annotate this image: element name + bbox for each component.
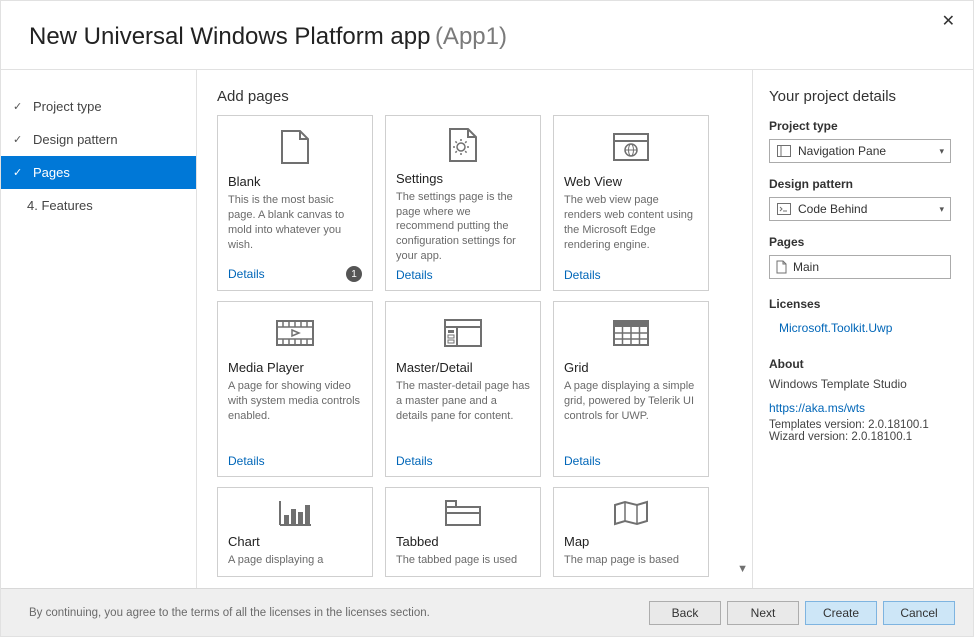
license-link[interactable]: Microsoft.Toolkit.Uwp bbox=[779, 321, 892, 335]
details-link[interactable]: Details bbox=[564, 454, 601, 468]
cancel-button[interactable]: Cancel bbox=[883, 601, 955, 625]
count-badge: 1 bbox=[346, 266, 362, 282]
browser-globe-icon bbox=[564, 126, 698, 168]
card-title: Master/Detail bbox=[396, 360, 530, 375]
main-title: Add pages bbox=[217, 88, 740, 105]
step-label: Pages bbox=[33, 165, 70, 180]
design-pattern-select[interactable]: Code Behind ▾ bbox=[769, 197, 951, 221]
design-pattern-label: Design pattern bbox=[769, 177, 951, 191]
back-button[interactable]: Back bbox=[649, 601, 721, 625]
film-icon bbox=[228, 312, 362, 354]
details-title: Your project details bbox=[769, 88, 951, 105]
card-desc: The web view page renders web content us… bbox=[564, 193, 698, 264]
details-link[interactable]: Details bbox=[564, 268, 601, 282]
dialog-app-name: (App1) bbox=[435, 23, 507, 50]
card-blank[interactable]: Blank This is the most basic page. A bla… bbox=[217, 115, 373, 291]
details-link[interactable]: Details bbox=[396, 268, 433, 282]
card-desc: A page displaying a simple grid, powered… bbox=[564, 379, 698, 450]
cards-scroll: Blank This is the most basic page. A bla… bbox=[217, 115, 740, 585]
card-master-detail[interactable]: Master/Detail The master-detail page has… bbox=[385, 301, 541, 477]
card-grid[interactable]: Grid A page displaying a simple grid, po… bbox=[553, 301, 709, 477]
about-link[interactable]: https://aka.ms/wts bbox=[769, 401, 865, 415]
page-icon bbox=[228, 126, 362, 168]
project-type-select[interactable]: Navigation Pane ▾ bbox=[769, 139, 951, 163]
card-media-player[interactable]: Media Player A page for showing video wi… bbox=[217, 301, 373, 477]
step-project-type[interactable]: Project type bbox=[1, 90, 196, 123]
card-desc: The map page is based bbox=[564, 553, 698, 568]
chevron-down-icon: ▾ bbox=[939, 204, 944, 215]
card-desc: A page for showing video with system med… bbox=[228, 379, 362, 450]
wizard-version: Wizard version: 2.0.18100.1 bbox=[769, 431, 951, 443]
card-title: Grid bbox=[564, 360, 698, 375]
templates-version: Templates version: 2.0.18100.1 bbox=[769, 419, 951, 431]
card-title: Web View bbox=[564, 174, 698, 189]
next-button[interactable]: Next bbox=[727, 601, 799, 625]
card-settings[interactable]: Settings The settings page is the page w… bbox=[385, 115, 541, 291]
dialog-header: New Universal Windows Platform app (App1… bbox=[1, 1, 973, 70]
about-label: About bbox=[769, 357, 951, 371]
pages-label: Pages bbox=[769, 235, 951, 249]
close-icon[interactable]: ✕ bbox=[934, 7, 963, 35]
gear-page-icon bbox=[396, 126, 530, 165]
card-title: Tabbed bbox=[396, 534, 530, 549]
card-tabbed[interactable]: Tabbed The tabbed page is used bbox=[385, 487, 541, 577]
step-label: Design pattern bbox=[33, 132, 118, 147]
step-label: Project type bbox=[33, 99, 102, 114]
dialog-footer: By continuing, you agree to the terms of… bbox=[1, 588, 973, 636]
card-webview[interactable]: Web View The web view page renders web c… bbox=[553, 115, 709, 291]
master-detail-icon bbox=[396, 312, 530, 354]
footer-text: By continuing, you agree to the terms of… bbox=[29, 607, 430, 619]
card-title: Map bbox=[564, 534, 698, 549]
pages-value: Main bbox=[793, 260, 819, 274]
wizard-steps: Project type Design pattern Pages 4. Fea… bbox=[1, 70, 197, 589]
pages-list-item[interactable]: Main bbox=[769, 255, 951, 279]
card-desc: A page displaying a bbox=[228, 553, 362, 568]
grid-icon bbox=[564, 312, 698, 354]
map-icon bbox=[564, 498, 698, 528]
card-desc: The master-detail page has a master pane… bbox=[396, 379, 530, 450]
step-pages[interactable]: Pages bbox=[1, 156, 196, 189]
about-name: Windows Template Studio bbox=[769, 377, 951, 391]
step-design-pattern[interactable]: Design pattern bbox=[1, 123, 196, 156]
card-title: Blank bbox=[228, 174, 362, 189]
nav-pane-icon bbox=[776, 145, 792, 157]
project-type-label: Project type bbox=[769, 119, 951, 133]
card-title: Chart bbox=[228, 534, 362, 549]
create-button[interactable]: Create bbox=[805, 601, 877, 625]
step-features[interactable]: 4. Features bbox=[1, 189, 196, 222]
details-link[interactable]: Details bbox=[228, 454, 265, 468]
page-icon bbox=[776, 260, 787, 274]
tabbed-icon bbox=[396, 498, 530, 528]
chevron-down-icon: ▾ bbox=[939, 146, 944, 157]
card-desc: The settings page is the page where we r… bbox=[396, 190, 530, 264]
card-map[interactable]: Map The map page is based bbox=[553, 487, 709, 577]
licenses-label: Licenses bbox=[769, 297, 951, 311]
step-label: 4. Features bbox=[27, 198, 93, 213]
card-title: Media Player bbox=[228, 360, 362, 375]
details-link[interactable]: Details bbox=[228, 267, 265, 281]
main-panel: Add pages Blank This is the most basic p… bbox=[197, 70, 753, 589]
card-desc: The tabbed page is used bbox=[396, 553, 530, 568]
project-type-value: Navigation Pane bbox=[798, 144, 886, 158]
card-chart[interactable]: Chart A page displaying a bbox=[217, 487, 373, 577]
scroll-down-icon[interactable]: ▼ bbox=[737, 563, 748, 575]
card-title: Settings bbox=[396, 171, 530, 186]
details-panel: Your project details Project type Naviga… bbox=[753, 70, 973, 589]
card-desc: This is the most basic page. A blank can… bbox=[228, 193, 362, 262]
code-behind-icon bbox=[776, 203, 792, 215]
design-pattern-value: Code Behind bbox=[798, 202, 867, 216]
details-link[interactable]: Details bbox=[396, 454, 433, 468]
chart-icon bbox=[228, 498, 362, 528]
dialog-title: New Universal Windows Platform app bbox=[29, 23, 430, 50]
